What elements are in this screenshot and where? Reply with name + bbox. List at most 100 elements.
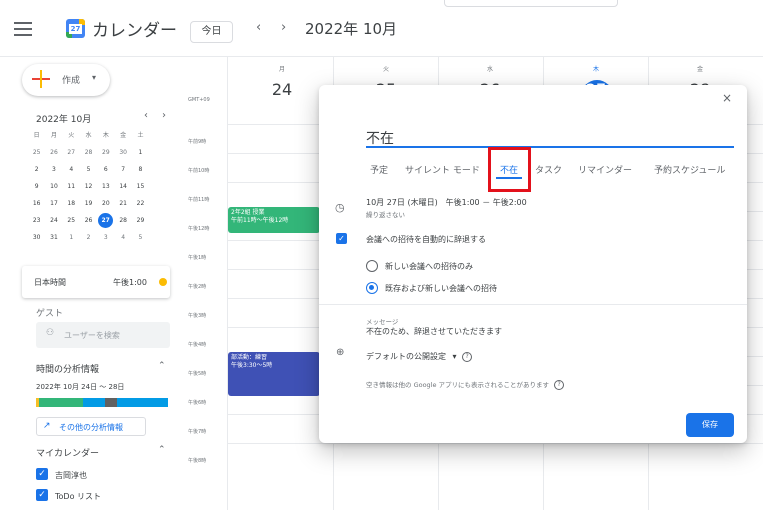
mini-day[interactable]: 25 xyxy=(28,145,45,161)
availability-note: 空き情報は他の Google アプリにも表示されることがあります ? xyxy=(366,379,565,390)
mini-day[interactable]: 28 xyxy=(80,145,97,161)
mini-day[interactable]: 3 xyxy=(45,162,62,178)
event-datetime[interactable]: 10月 27日 (木曜日) 午後1:00 － 午後2:00 xyxy=(366,197,527,208)
mini-day[interactable]: 14 xyxy=(115,179,132,195)
mini-prev-button[interactable]: ‹ xyxy=(144,110,148,121)
repeat-setting[interactable]: 繰り返さない xyxy=(366,209,405,219)
mini-day[interactable]: 30 xyxy=(28,230,45,246)
save-button[interactable]: 保存 xyxy=(686,413,734,437)
hour-line xyxy=(227,443,763,444)
mini-weekday: 火 xyxy=(68,132,75,139)
day-number: 24 xyxy=(271,80,293,99)
mini-weekday: 土 xyxy=(137,132,144,139)
tab-reminder[interactable]: リマインダー xyxy=(578,163,632,176)
mini-day[interactable]: 16 xyxy=(28,196,45,212)
next-week-button[interactable]: › xyxy=(281,20,286,35)
gmt-label: GMT+09 xyxy=(188,97,210,103)
visibility-dropdown[interactable]: デフォルトの公開設定 ▾ ? xyxy=(366,351,473,362)
mini-day[interactable]: 22 xyxy=(132,196,149,212)
mini-day[interactable]: 27 xyxy=(63,145,80,161)
create-button[interactable]: 作成 ▾ xyxy=(22,64,110,96)
auto-decline-checkbox[interactable]: ✓ xyxy=(336,233,347,244)
mini-day[interactable]: 29 xyxy=(132,213,149,229)
mini-next-button[interactable]: › xyxy=(162,110,166,121)
help-icon[interactable]: ? xyxy=(462,351,473,362)
mini-day[interactable]: 30 xyxy=(115,145,132,161)
mini-day[interactable]: 10 xyxy=(45,179,62,195)
mini-day[interactable]: 31 xyxy=(45,230,62,246)
mini-day[interactable]: 18 xyxy=(63,196,80,212)
auto-decline-label: 会議への招待を自動的に辞退する xyxy=(366,235,486,244)
mini-day[interactable]: 1 xyxy=(132,145,149,161)
mini-day[interactable]: 26 xyxy=(80,213,97,229)
tab-task[interactable]: タスク xyxy=(535,163,562,176)
mini-day[interactable]: 19 xyxy=(80,196,97,212)
mini-day[interactable]: 17 xyxy=(45,196,62,212)
tab-event[interactable]: 予定 xyxy=(370,163,388,176)
mini-day[interactable]: 3 xyxy=(97,230,114,246)
search-users-input[interactable]: ⚇ ユーザーを検索 xyxy=(36,322,170,348)
mini-day[interactable]: 11 xyxy=(63,179,80,195)
mini-day[interactable]: 12 xyxy=(80,179,97,195)
app-name: カレンダー xyxy=(92,21,177,41)
time-label: 午後2時 xyxy=(188,284,207,290)
collapse-my-calendars-icon[interactable]: ⌃ xyxy=(158,445,166,455)
mini-day[interactable]: 8 xyxy=(132,162,149,178)
mini-day[interactable]: 15 xyxy=(132,179,149,195)
help-icon[interactable]: ? xyxy=(554,380,565,390)
mini-day[interactable]: 7 xyxy=(115,162,132,178)
mini-day[interactable]: 6 xyxy=(97,162,114,178)
analytics-bar-segment xyxy=(39,398,83,407)
mini-day[interactable]: 4 xyxy=(63,162,80,178)
message-label: メッセージ xyxy=(366,318,399,326)
mini-day[interactable]: 5 xyxy=(80,162,97,178)
mini-day[interactable]: 2 xyxy=(28,162,45,178)
mini-day[interactable]: 5 xyxy=(132,230,149,246)
event-dialog: × 不在 予定 サイレント モード 不在 タスク リマインダー 予約スケジュール… xyxy=(319,85,747,443)
day-number: 27 xyxy=(585,80,607,94)
main-menu-icon[interactable] xyxy=(14,22,32,36)
collapse-analytics-icon[interactable]: ⌃ xyxy=(158,361,166,371)
mini-day[interactable]: 2 xyxy=(80,230,97,246)
mini-day[interactable]: 29 xyxy=(97,145,114,161)
event-class[interactable]: 2年2組 授業 午前11時～午後12時 xyxy=(228,207,320,233)
radio-existing-and-new[interactable] xyxy=(366,282,378,294)
mini-day[interactable]: 26 xyxy=(45,145,62,161)
mini-weekday: 金 xyxy=(120,132,127,139)
tab-focus-time[interactable]: サイレント モード xyxy=(405,163,480,176)
calendar-checkbox[interactable]: ✓ xyxy=(36,468,48,480)
mini-day[interactable]: 13 xyxy=(97,179,114,195)
prev-week-button[interactable]: ‹ xyxy=(256,20,261,35)
mini-day[interactable]: 24 xyxy=(45,213,62,229)
day-name: 木 xyxy=(592,66,599,73)
mini-day[interactable]: 9 xyxy=(28,179,45,195)
dialog-divider xyxy=(319,304,747,305)
day-name: 火 xyxy=(382,66,389,73)
mini-day[interactable]: 25 xyxy=(63,213,80,229)
event-time: 午後3:30～5時 xyxy=(231,362,273,369)
radio-new-only[interactable] xyxy=(366,260,378,272)
calendar-name: 吉岡淳也 xyxy=(55,471,87,480)
event-title-input[interactable]: 不在 xyxy=(366,128,394,148)
more-analytics-button[interactable]: ↗ その他の分析情報 xyxy=(36,417,146,436)
today-button[interactable]: 今日 xyxy=(190,21,233,43)
event-club[interactable]: 部活動：練習 午後3:30～5時 xyxy=(228,352,320,396)
mini-day[interactable]: 20 xyxy=(97,196,114,212)
people-icon: ⚇ xyxy=(46,328,55,338)
todo-checkbox[interactable]: ✓ xyxy=(36,489,48,501)
mini-day[interactable]: 23 xyxy=(28,213,45,229)
radio-new-only-label: 新しい会議への招待のみ xyxy=(385,262,473,271)
mini-day[interactable]: 4 xyxy=(115,230,132,246)
tab-appointment-schedule[interactable]: 予約スケジュール xyxy=(654,163,725,176)
time-label: 午後7時 xyxy=(188,429,207,435)
mini-day[interactable]: 27 xyxy=(98,213,114,228)
analytics-bar-segment xyxy=(117,398,168,407)
message-input[interactable]: 不在のため、辞退させていただきます xyxy=(366,326,502,337)
mini-day[interactable]: 28 xyxy=(115,213,132,229)
close-icon[interactable]: × xyxy=(722,91,732,105)
mini-day[interactable]: 1 xyxy=(63,230,80,246)
mini-day[interactable]: 21 xyxy=(115,196,132,212)
calendar-name: ToDo リスト xyxy=(55,492,102,501)
top-popup-edge xyxy=(444,0,618,7)
title-underline xyxy=(366,146,734,148)
